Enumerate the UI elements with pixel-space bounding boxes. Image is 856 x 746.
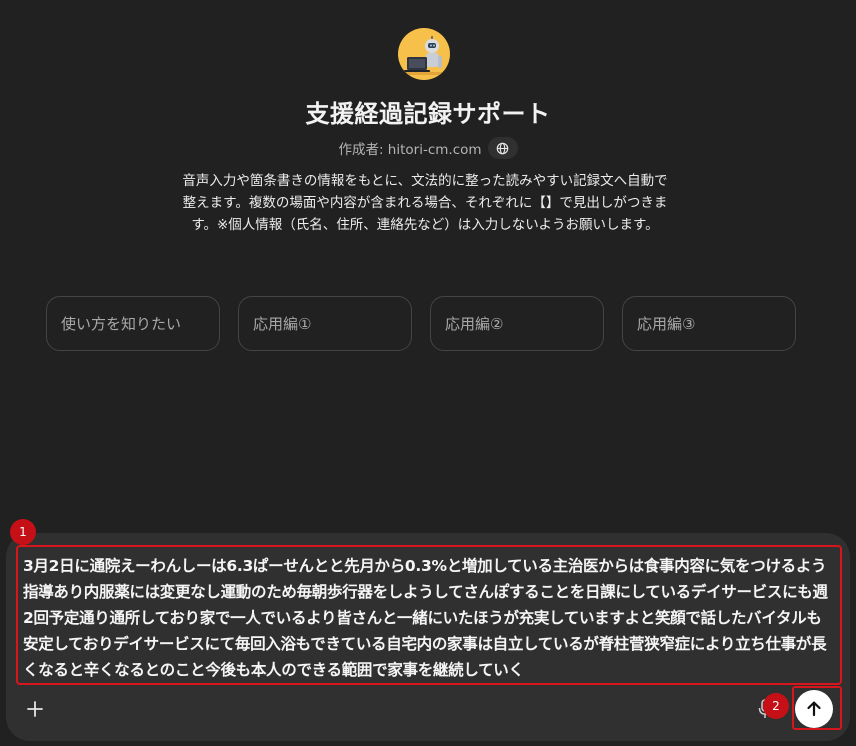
- message-input[interactable]: 3月2日に通院えーわんしーは6.3ぱーせんとと先月から0.3%と増加している主治…: [16, 545, 842, 685]
- arrow-up-icon: [807, 701, 821, 717]
- send-button[interactable]: [795, 690, 833, 728]
- author-label: 作成者: hitori-cm.com: [338, 142, 482, 158]
- conversation-starters: 使い方を知りたい 応用編① 応用編② 応用編③: [46, 296, 796, 351]
- robot-laptop-icon: [402, 36, 446, 75]
- starter-advanced-1[interactable]: 応用編①: [238, 296, 412, 351]
- annotation-marker-1: 1: [10, 519, 36, 545]
- starter-how-to-use[interactable]: 使い方を知りたい: [46, 296, 220, 351]
- gpt-description: 音声入力や箇条書きの情報をもとに、文法的に整った読みやすい記録文へ自動で整えます…: [182, 173, 668, 233]
- author-row: 作成者: hitori-cm.com: [0, 137, 856, 159]
- attach-button[interactable]: [22, 696, 48, 722]
- chat-page: 支援経過記録サポート 作成者: hitori-cm.com 音声入力や箇条書きの…: [0, 0, 856, 746]
- gpt-title: 支援経過記録サポート: [305, 100, 551, 128]
- starter-advanced-2[interactable]: 応用編②: [430, 296, 604, 351]
- gpt-avatar: [398, 28, 450, 80]
- annotation-marker-2: 2: [763, 693, 789, 719]
- author-website-button[interactable]: [487, 137, 518, 159]
- starter-advanced-3[interactable]: 応用編③: [622, 296, 796, 351]
- globe-icon: [496, 142, 509, 154]
- plus-icon: [27, 701, 43, 717]
